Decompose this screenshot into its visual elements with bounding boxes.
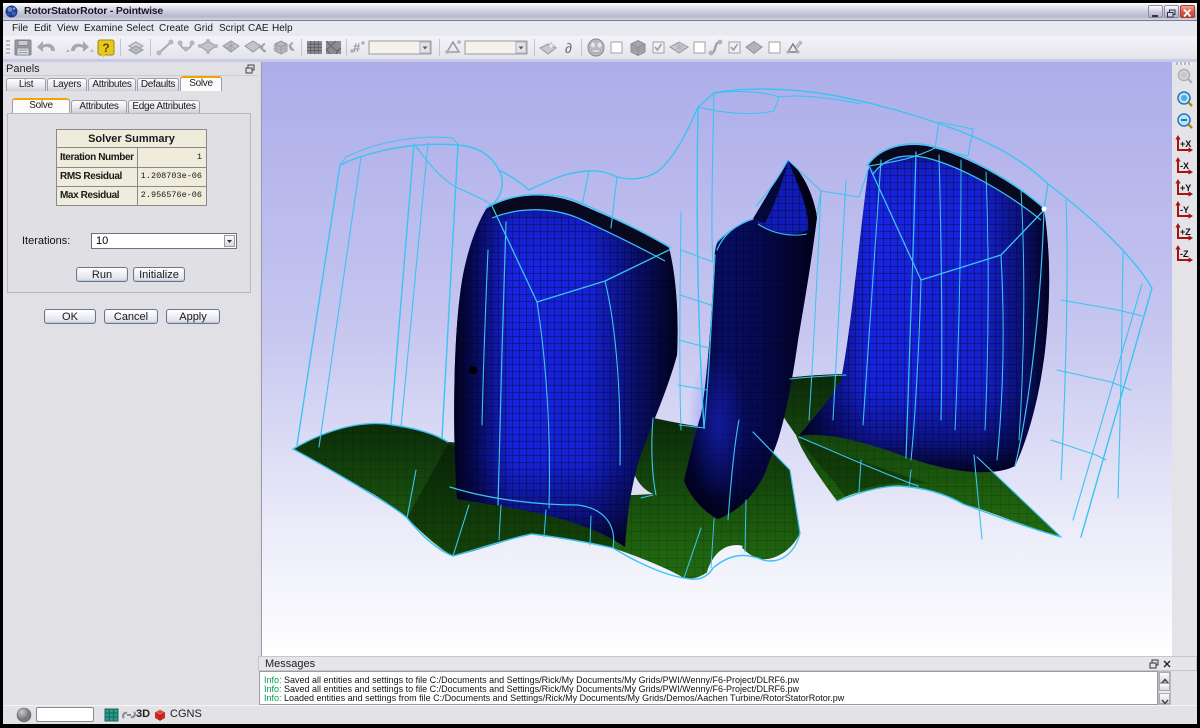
svg-text:+Y: +Y xyxy=(1180,183,1191,193)
svg-text:-Y: -Y xyxy=(1180,205,1189,215)
svg-text:#: # xyxy=(353,40,361,55)
svg-text:+X: +X xyxy=(1180,139,1191,149)
svg-text:∂: ∂ xyxy=(565,40,572,56)
svg-text:-Z: -Z xyxy=(1180,249,1189,259)
svg-text:?: ? xyxy=(102,41,109,55)
svg-text:-X: -X xyxy=(1180,161,1189,171)
svg-text:+Z: +Z xyxy=(1180,227,1191,237)
